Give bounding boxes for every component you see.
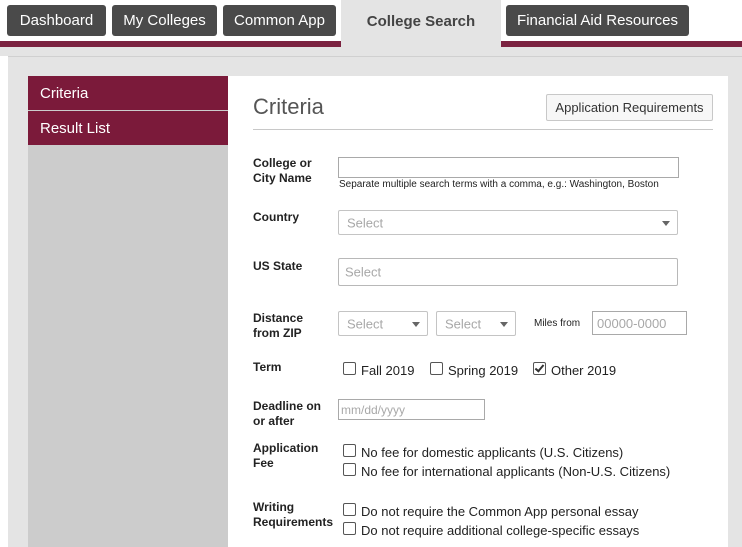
term-fall-label: Fall 2019 [361,363,415,378]
term-spring-checkbox[interactable] [430,362,443,375]
tab-common-app[interactable]: Common App [223,5,336,36]
miles-from-label: Miles from [534,318,581,329]
tab-financial-aid-resources[interactable]: Financial Aid Resources [506,5,689,36]
college-name-label: College or City Name [253,156,312,185]
distance-select[interactable]: Select [338,311,428,336]
fee-international-label: No fee for international applicants (Non… [361,464,671,479]
sidebar: Criteria Result List [28,76,228,547]
distance-select-value: Select [347,316,384,331]
country-select[interactable]: Select [338,210,678,235]
deadline-input[interactable]: mm/dd/yyyy [338,399,485,420]
writing-college-essays-checkbox[interactable] [343,522,356,535]
chevron-down-icon [500,321,508,327]
college-name-input[interactable] [338,157,679,178]
top-navigation: Dashboard My Colleges Common App College… [0,0,742,56]
term-spring-label: Spring 2019 [448,363,519,378]
tab-dashboard[interactable]: Dashboard [7,5,106,36]
distance-unit-select[interactable]: Select [436,311,516,336]
us-state-label: US State [253,259,303,273]
distance-label: Distance from ZIP [253,311,304,340]
title-divider [253,129,713,130]
distance-unit-select-value: Select [445,316,482,331]
application-requirements-button[interactable]: Application Requirements [546,94,713,121]
tab-college-search[interactable]: College Search [341,0,501,56]
college-name-hint: Separate multiple search terms with a co… [339,179,659,190]
fee-international-checkbox[interactable] [343,463,356,476]
term-other-label: Other 2019 [551,363,617,378]
writing-common-essay-checkbox[interactable] [343,503,356,516]
application-fee-label: Application Fee [253,441,319,470]
tab-my-colleges[interactable]: My Colleges [112,5,217,36]
fee-domestic-label: No fee for domestic applicants (U.S. Cit… [361,445,624,460]
term-label: Term [253,360,282,374]
writing-common-essay-label: Do not require the Common App personal e… [361,504,639,519]
deadline-label: Deadline on or after [253,399,322,428]
fee-domestic-checkbox[interactable] [343,444,356,457]
writing-college-essays-label: Do not require additional college-specif… [361,523,640,538]
sidebar-item-criteria[interactable]: Criteria [28,76,228,110]
deadline-placeholder: mm/dd/yyyy [341,403,406,417]
us-state-select[interactable]: Select [338,258,678,286]
checkmark-icon [534,362,545,373]
chevron-down-icon [412,321,420,327]
term-other-checkbox[interactable] [533,362,546,375]
zip-input[interactable]: 00000-0000 [592,311,687,335]
sidebar-item-result-list[interactable]: Result List [28,111,228,145]
chevron-down-icon [662,220,670,226]
country-label: Country [253,210,299,224]
page-title: Criteria [253,94,324,119]
writing-requirements-label: Writing Requirements [253,500,334,529]
zip-placeholder: 00000-0000 [597,316,667,331]
us-state-select-value: Select [345,264,382,280]
term-fall-checkbox[interactable] [343,362,356,375]
country-select-value: Select [347,215,384,230]
